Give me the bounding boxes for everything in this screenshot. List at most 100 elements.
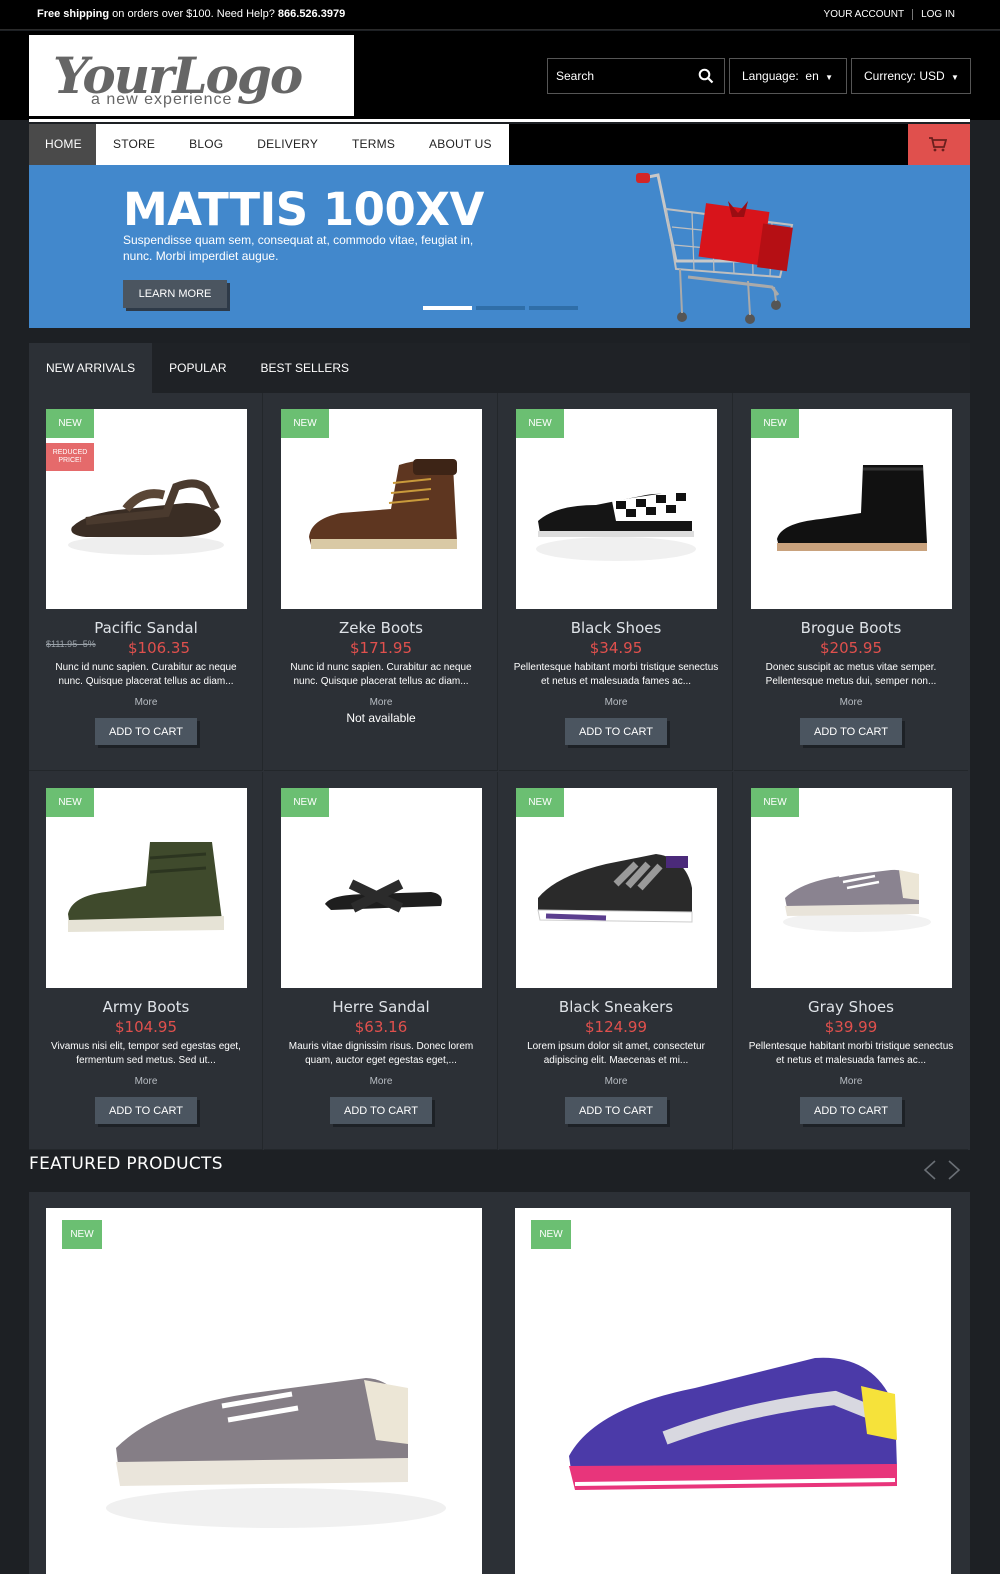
- search-icon[interactable]: [698, 68, 714, 84]
- nav-items: HOME STORE BLOG DELIVERY TERMS ABOUT US: [29, 124, 509, 165]
- product-description: Vivamus nisi elit, tempor sed egestas eg…: [51, 1041, 241, 1066]
- black-boot-image: [777, 465, 927, 551]
- product-name[interactable]: Pacific Sandal: [29, 619, 263, 637]
- login-link[interactable]: LOG IN: [921, 9, 955, 20]
- nav-home[interactable]: HOME: [29, 124, 96, 165]
- new-badge: NEW: [516, 788, 564, 817]
- search-box[interactable]: Search: [547, 58, 725, 94]
- new-badge: NEW: [62, 1220, 102, 1249]
- learn-more-button[interactable]: LEARN MORE: [123, 280, 227, 308]
- product-card: NEW Black Shoes $34.95 Pellentesque habi…: [499, 393, 733, 771]
- featured-product-card[interactable]: NEW: [46, 1208, 482, 1574]
- slide-dot-2[interactable]: [476, 306, 525, 310]
- cart-button[interactable]: [908, 124, 970, 165]
- product-name[interactable]: Black Shoes: [499, 619, 733, 637]
- gray-shoe-image: [783, 868, 931, 932]
- new-badge: NEW: [751, 788, 799, 817]
- product-price: $39.99: [824, 1018, 878, 1036]
- product-card: NEW Black Sneakers $124.99 Lorem ipsum d…: [499, 772, 733, 1150]
- more-link[interactable]: More: [499, 1076, 733, 1087]
- add-to-cart-button[interactable]: ADD TO CART: [800, 1097, 902, 1124]
- product-image[interactable]: NEW: [516, 788, 717, 988]
- black-sneaker-image: [537, 854, 693, 923]
- more-link[interactable]: More: [499, 697, 733, 708]
- slide-dot-1[interactable]: [423, 306, 472, 310]
- more-link[interactable]: More: [264, 1076, 498, 1087]
- tab-popular[interactable]: POPULAR: [152, 343, 243, 393]
- language-select[interactable]: Language: en ▼: [729, 58, 847, 94]
- hero-slider: MATTIS 100XV Suspendisse quam sem, conse…: [29, 165, 970, 328]
- more-link[interactable]: More: [29, 697, 263, 708]
- sandal-image: [68, 479, 224, 555]
- main-nav: HOME STORE BLOG DELIVERY TERMS ABOUT US: [29, 124, 970, 165]
- add-to-cart-button[interactable]: ADD TO CART: [95, 1097, 197, 1124]
- product-card: NEW REDUCED PRICE! Pacific Sandal $111.9…: [29, 393, 263, 771]
- product-price: $63.16: [354, 1018, 408, 1036]
- search-placeholder: Search: [556, 69, 595, 83]
- add-to-cart-button[interactable]: ADD TO CART: [330, 1097, 432, 1124]
- your-account-link[interactable]: YOUR ACCOUNT: [824, 9, 905, 20]
- availability-status: Not available: [346, 711, 416, 725]
- nav-store[interactable]: STORE: [96, 124, 172, 165]
- product-grid: NEW REDUCED PRICE! Pacific Sandal $111.9…: [29, 393, 970, 1150]
- chevron-left-icon[interactable]: [923, 1160, 937, 1180]
- product-name[interactable]: Herre Sandal: [264, 998, 498, 1016]
- gray-shoe-large-image: [106, 1377, 446, 1528]
- new-badge: NEW: [516, 409, 564, 438]
- product-description: Pellentesque habitant morbi tristique se…: [513, 662, 719, 687]
- shipping-text: on orders over $100. Need Help?: [109, 8, 278, 20]
- cart-icon: [929, 137, 947, 152]
- product-name[interactable]: Zeke Boots: [264, 619, 498, 637]
- logo-graphic: YourLogo a new experience: [53, 46, 304, 108]
- product-name[interactable]: Brogue Boots: [734, 619, 968, 637]
- product-image[interactable]: NEW: [751, 788, 952, 988]
- slide-sandal-image: [325, 879, 442, 913]
- slide-dot-3[interactable]: [529, 306, 578, 310]
- product-tabs: NEW ARRIVALS POPULAR BEST SELLERS: [29, 343, 970, 393]
- nav-delivery[interactable]: DELIVERY: [240, 124, 335, 165]
- product-description: Donec suscipit ac metus vitae semper. Pe…: [765, 662, 937, 687]
- site-logo[interactable]: YourLogo a new experience: [29, 35, 354, 116]
- add-to-cart-button[interactable]: ADD TO CART: [565, 718, 667, 745]
- product-image[interactable]: NEW REDUCED PRICE!: [46, 409, 247, 609]
- product-name[interactable]: Black Sneakers: [499, 998, 733, 1016]
- featured-product-card[interactable]: NEW: [515, 1208, 951, 1574]
- product-description: Mauris vitae dignissim risus. Donec lore…: [288, 1041, 474, 1066]
- hero-title: MATTIS 100XV: [123, 183, 484, 236]
- more-link[interactable]: More: [29, 1076, 263, 1087]
- more-link[interactable]: More: [734, 1076, 968, 1087]
- nav-blog[interactable]: BLOG: [172, 124, 240, 165]
- chevron-down-icon: ▼: [825, 73, 834, 82]
- currency-select[interactable]: Currency: USD ▼: [851, 58, 971, 94]
- tab-new-arrivals[interactable]: NEW ARRIVALS: [29, 343, 153, 393]
- tab-best-sellers[interactable]: BEST SELLERS: [244, 343, 367, 393]
- account-links: YOUR ACCOUNT LOG IN: [824, 9, 955, 20]
- logo-tagline: a new experience: [91, 91, 232, 108]
- nav-about-us[interactable]: ABOUT US: [412, 124, 509, 165]
- language-value: en: [805, 69, 819, 83]
- hero-subtitle: Suspendisse quam sem, consequat at, comm…: [123, 233, 474, 263]
- army-boot-image: [68, 842, 224, 932]
- product-image[interactable]: NEW: [46, 788, 247, 988]
- nav-terms[interactable]: TERMS: [335, 124, 412, 165]
- add-to-cart-button[interactable]: ADD TO CART: [800, 718, 902, 745]
- more-link[interactable]: More: [264, 697, 498, 708]
- currency-value: USD: [919, 69, 945, 83]
- chevron-right-icon[interactable]: [947, 1160, 961, 1180]
- product-image[interactable]: NEW: [751, 409, 952, 609]
- shipping-bold-text: Free shipping: [37, 8, 110, 20]
- add-to-cart-button[interactable]: ADD TO CART: [565, 1097, 667, 1124]
- product-name[interactable]: Army Boots: [29, 998, 263, 1016]
- new-badge: NEW: [531, 1220, 571, 1249]
- product-image[interactable]: NEW: [516, 409, 717, 609]
- boot-image: [309, 459, 457, 549]
- product-name[interactable]: Gray Shoes: [734, 998, 968, 1016]
- more-link[interactable]: More: [734, 697, 968, 708]
- shipping-notice: Free shipping on orders over $100. Need …: [37, 8, 345, 20]
- product-card: NEW Herre Sandal $63.16 Mauris vitae dig…: [264, 772, 498, 1150]
- product-image[interactable]: NEW: [281, 788, 482, 988]
- product-price: $104.95: [114, 1018, 178, 1036]
- product-image[interactable]: NEW: [281, 409, 482, 609]
- reduced-price-badge: REDUCED PRICE!: [46, 443, 94, 471]
- add-to-cart-button[interactable]: ADD TO CART: [95, 718, 197, 745]
